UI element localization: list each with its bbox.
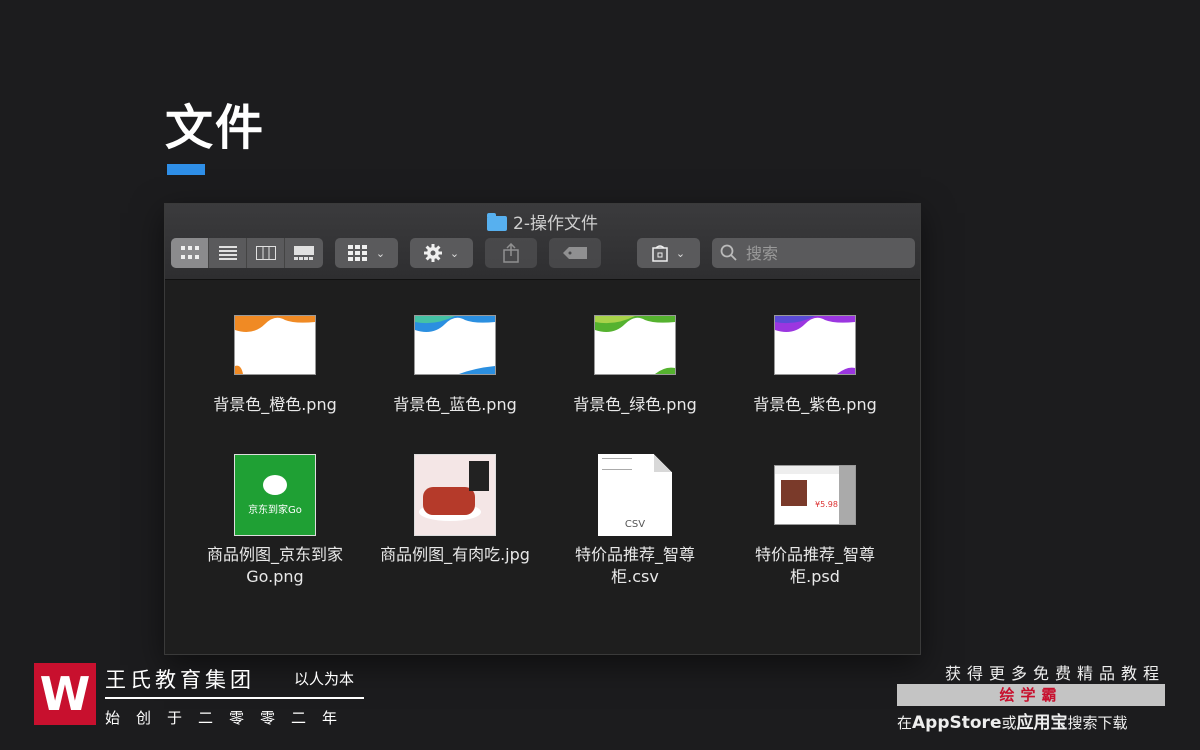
column-view-button[interactable]: [247, 238, 285, 268]
promo-yyb: 应用宝: [1016, 713, 1068, 733]
chevron-down-icon: ⌄: [375, 246, 386, 260]
file-item[interactable]: 背景色_绿色.png: [555, 304, 715, 416]
psd-price-text: ¥5.98: [815, 500, 838, 509]
file-thumbnail: [414, 304, 496, 386]
file-item[interactable]: 背景色_橙色.png: [195, 304, 355, 416]
file-name: 背景色_绿色.png: [573, 395, 697, 414]
chevron-down-icon: ⌄: [449, 246, 460, 260]
file-name: 背景色_紫色.png: [753, 395, 877, 414]
icon-view-button[interactable]: [171, 238, 209, 268]
group-by-button[interactable]: ⌄: [335, 238, 398, 268]
file-name: 商品例图_有肉吃.jpg: [380, 545, 530, 564]
share-button[interactable]: [485, 238, 537, 268]
file-item[interactable]: 背景色_蓝色.png: [375, 304, 535, 416]
promo-appstore: AppStore: [912, 713, 1002, 733]
search-icon: [720, 244, 737, 261]
toolbar: 2-操作文件 ⌄ ⌄ ⌄ 搜索: [165, 204, 920, 280]
file-name: 特价品推荐_智尊柜.psd: [754, 545, 875, 586]
search-input[interactable]: [744, 242, 898, 264]
file-item[interactable]: ¥5.98 特价品推荐_智尊柜.psd: [735, 454, 895, 588]
file-thumbnail: [234, 304, 316, 386]
divider: [105, 697, 364, 699]
list-view-button[interactable]: [209, 238, 247, 268]
window-title-text: 2-操作文件: [513, 214, 598, 234]
icon-view-icon: [180, 246, 199, 259]
brand-logo: W: [34, 663, 96, 725]
group-grid-icon: [347, 245, 367, 261]
tag-icon: [563, 247, 587, 259]
file-grid: 背景色_橙色.png 背景色_蓝色.png 背景色_绿色.png 背景色_紫色.…: [165, 280, 920, 654]
promo-text: 搜索下载: [1067, 714, 1128, 732]
jd-logo-text: 京东到家Go: [248, 504, 302, 516]
file-name: 商品例图_京东到家Go.png: [206, 545, 343, 586]
gallery-view-button[interactable]: [285, 238, 323, 268]
list-view-icon: [218, 246, 237, 260]
promo-brand: 绘学霸: [897, 684, 1165, 706]
column-view-icon: [255, 246, 276, 260]
file-name: 背景色_橙色.png: [213, 395, 337, 414]
promo-text: 或: [1001, 714, 1017, 732]
file-item[interactable]: 京东到家Go 商品例图_京东到家Go.png: [195, 454, 355, 588]
search-field[interactable]: [712, 238, 915, 268]
file-thumbnail: [594, 304, 676, 386]
org-name: 王氏教育集团: [105, 668, 255, 692]
csv-ext-label: CSV: [624, 519, 646, 530]
file-name: 背景色_蓝色.png: [393, 395, 517, 414]
gear-icon: [423, 244, 442, 262]
finder-window: 2-操作文件 ⌄ ⌄ ⌄ 搜索 背景色_橙色.png 背景色_蓝色.png 背景…: [164, 203, 921, 655]
org-motto: 以人为本: [294, 670, 355, 688]
file-item[interactable]: CSV 特价品推荐_智尊柜.csv: [555, 454, 715, 588]
folder-icon: [487, 213, 508, 231]
box-icon: [652, 245, 668, 262]
title-accent-bar: [167, 164, 205, 175]
promo-download-line: 在AppStore或应用宝搜索下载: [897, 708, 1165, 733]
file-thumbnail: CSV: [594, 454, 676, 536]
slide-title: 文件: [165, 100, 266, 156]
gallery-view-icon: [294, 246, 314, 260]
file-thumbnail: ¥5.98: [774, 454, 856, 536]
promo-headline: 获得更多免费精品教程: [944, 664, 1165, 683]
window-title: 2-操作文件: [165, 209, 920, 234]
view-mode-group: [171, 238, 323, 268]
chevron-down-icon: ⌄: [675, 246, 686, 260]
file-item[interactable]: 背景色_紫色.png: [735, 304, 895, 416]
file-item[interactable]: 商品例图_有肉吃.jpg: [375, 454, 535, 566]
action-button[interactable]: ⌄: [410, 238, 473, 268]
file-thumbnail: [414, 454, 496, 536]
file-thumbnail: 京东到家Go: [234, 454, 316, 536]
share-icon: [503, 243, 519, 263]
tag-button[interactable]: [549, 238, 601, 268]
file-thumbnail: [774, 304, 856, 386]
org-since: 始创于二零零二年: [105, 709, 354, 727]
jd-dog-icon: [263, 474, 287, 495]
promo-text: 在: [897, 714, 913, 732]
file-name: 特价品推荐_智尊柜.csv: [574, 545, 695, 586]
airdrop-button[interactable]: ⌄: [637, 238, 700, 268]
